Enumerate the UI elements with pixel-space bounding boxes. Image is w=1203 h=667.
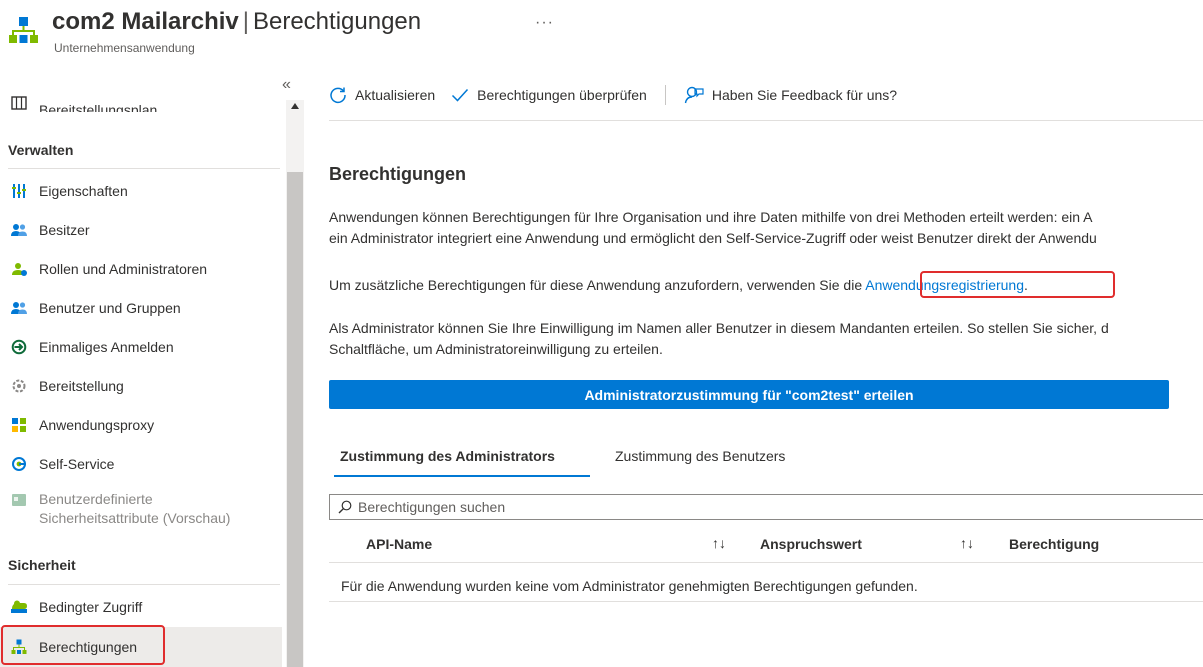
highlight-frame-permissions	[1, 625, 165, 665]
sidebar-item-label: Bereitstellungsplan	[39, 102, 158, 112]
sidebar-item-label: Self-Service	[39, 456, 115, 472]
refresh-label: Aktualisieren	[355, 87, 436, 103]
section-heading-security: Sicherheit	[8, 557, 76, 573]
command-bar: Aktualisieren Berechtigungen überprüfen …	[329, 80, 897, 110]
search-icon	[338, 500, 352, 514]
checkmark-icon	[452, 88, 469, 102]
feedback-person-icon	[684, 86, 704, 104]
intro-line-2: ein Administrator integriert eine Anwend…	[329, 230, 1097, 246]
admin-consent-line-1: Als Administrator können Sie Ihre Einwil…	[329, 320, 1109, 336]
sidebar-item-app-proxy[interactable]: Anwendungsproxy	[0, 406, 282, 444]
book-map-icon	[10, 94, 28, 112]
scroll-up-arrow-icon[interactable]	[290, 102, 300, 110]
sidebar-scroll-thumb[interactable]	[287, 172, 303, 667]
intro-paragraph: Anwendungen können Berechtigungen für Ih…	[329, 207, 1097, 249]
sidebar: « Bereitstellungsplan Verwalten Eigensch…	[0, 72, 305, 667]
grant-admin-consent-button[interactable]: Administratorzustimmung für "com2test" e…	[329, 380, 1169, 409]
toolbar-divider	[329, 120, 1203, 121]
sso-arrow-icon	[10, 338, 28, 356]
roles-icon	[10, 260, 28, 278]
table-row-divider	[329, 601, 1203, 602]
toolbar-separator	[664, 85, 666, 105]
blade-name: Berechtigungen	[252, 8, 422, 35]
sidebar-item-roles-admins[interactable]: Rollen und Administratoren	[0, 250, 282, 288]
table-header-divider	[329, 562, 1203, 563]
sidebar-item-label: Eigenschaften	[39, 183, 128, 199]
custom-attributes-icon	[10, 491, 28, 509]
owners-icon	[10, 221, 28, 239]
self-service-icon	[10, 455, 28, 473]
review-permissions-label: Berechtigungen überprüfen	[477, 87, 647, 103]
admin-consent-paragraph: Als Administrator können Sie Ihre Einwil…	[329, 318, 1109, 360]
sidebar-item-custom-security-attributes[interactable]: Benutzerdefinierte Sicherheitsattribute …	[0, 484, 282, 534]
column-header-permission[interactable]: Berechtigung	[1009, 536, 1099, 552]
empty-table-message: Für die Anwendung wurden keine vom Admin…	[341, 578, 918, 594]
section-divider	[8, 584, 280, 585]
enterprise-app-icon	[9, 17, 38, 43]
sidebar-item-label: Rollen und Administratoren	[39, 261, 208, 277]
provisioning-gear-icon	[10, 377, 28, 395]
section-heading-manage: Verwalten	[8, 142, 74, 158]
users-groups-icon	[10, 299, 28, 317]
sidebar-item-label: Benutzer und Gruppen	[39, 300, 181, 316]
conditional-access-icon	[10, 598, 28, 616]
section-title: Berechtigungen	[329, 164, 467, 184]
sort-claim-value-icon[interactable]: ↑↓	[960, 535, 974, 551]
sidebar-item-label: Einmaliges Anmelden	[39, 339, 174, 355]
tab-admin-consent[interactable]: Zustimmung des Administrators	[340, 448, 555, 464]
sidebar-item-label: Bedingter Zugriff	[39, 599, 143, 615]
refresh-button[interactable]: Aktualisieren	[329, 86, 435, 104]
review-permissions-button[interactable]: Berechtigungen überprüfen	[451, 86, 647, 104]
app-proxy-icon	[10, 416, 28, 434]
properties-bars-icon	[10, 182, 28, 200]
active-tab-indicator	[334, 475, 590, 477]
column-header-api-name[interactable]: API-Name	[366, 536, 432, 552]
sidebar-item-conditional-access[interactable]: Bedingter Zugriff	[0, 588, 282, 626]
sidebar-item-owners[interactable]: Besitzer	[0, 211, 282, 249]
sidebar-item-single-sign-on[interactable]: Einmaliges Anmelden	[0, 328, 282, 366]
admin-consent-line-2: Schaltfläche, um Administratoreinwilligu…	[329, 341, 663, 357]
feedback-button[interactable]: Haben Sie Feedback für uns?	[684, 85, 897, 105]
permissions-search-box[interactable]	[329, 494, 1203, 520]
intro-line-1: Anwendungen können Berechtigungen für Ih…	[329, 209, 1093, 225]
sort-api-name-icon[interactable]: ↑↓	[712, 535, 726, 551]
refresh-icon	[330, 87, 346, 104]
sidebar-item-users-groups[interactable]: Benutzer und Gruppen	[0, 289, 282, 327]
sidebar-item-provisioning[interactable]: Bereitstellung	[0, 367, 282, 405]
permissions-search-input[interactable]	[358, 499, 1158, 515]
page-header: com2 Mailarchiv | Berechtigungen ··· Unter…	[0, 0, 1203, 64]
sidebar-item-label: Anwendungsproxy	[39, 417, 155, 433]
sidebar-item-label: Benutzerdefinierte Sicherheitsattribute …	[39, 490, 230, 528]
collapse-sidebar-button[interactable]: «	[282, 76, 291, 94]
sidebar-item-label-line2: Sicherheitsattribute (Vorschau)	[39, 510, 231, 526]
tab-user-consent[interactable]: Zustimmung des Benutzers	[615, 448, 785, 464]
sidebar-item-self-service[interactable]: Self-Service	[0, 445, 282, 483]
page-title: com2 Mailarchiv | Berechtigungen	[52, 8, 421, 36]
column-header-claim-value[interactable]: Anspruchswert	[760, 536, 862, 552]
section-divider	[8, 168, 280, 169]
highlight-frame-link	[920, 271, 1115, 298]
feedback-label: Haben Sie Feedback für uns?	[711, 87, 898, 103]
app-name: com2 Mailarchiv	[52, 8, 239, 35]
sidebar-item-properties[interactable]: Eigenschaften	[0, 172, 282, 210]
sidebar-item-label-line1: Benutzerdefinierte	[39, 491, 153, 507]
more-options-button[interactable]: ···	[535, 14, 554, 32]
title-separator: |	[242, 8, 249, 35]
page-subtitle: Unternehmensanwendung	[54, 41, 195, 55]
sidebar-item-label: Bereitstellung	[39, 378, 124, 394]
app-registration-prefix: Um zusätzliche Berechtigungen für diese …	[329, 277, 863, 293]
sidebar-item-deployment-plan[interactable]: Bereitstellungsplan	[0, 82, 282, 112]
sidebar-item-label: Besitzer	[39, 222, 90, 238]
